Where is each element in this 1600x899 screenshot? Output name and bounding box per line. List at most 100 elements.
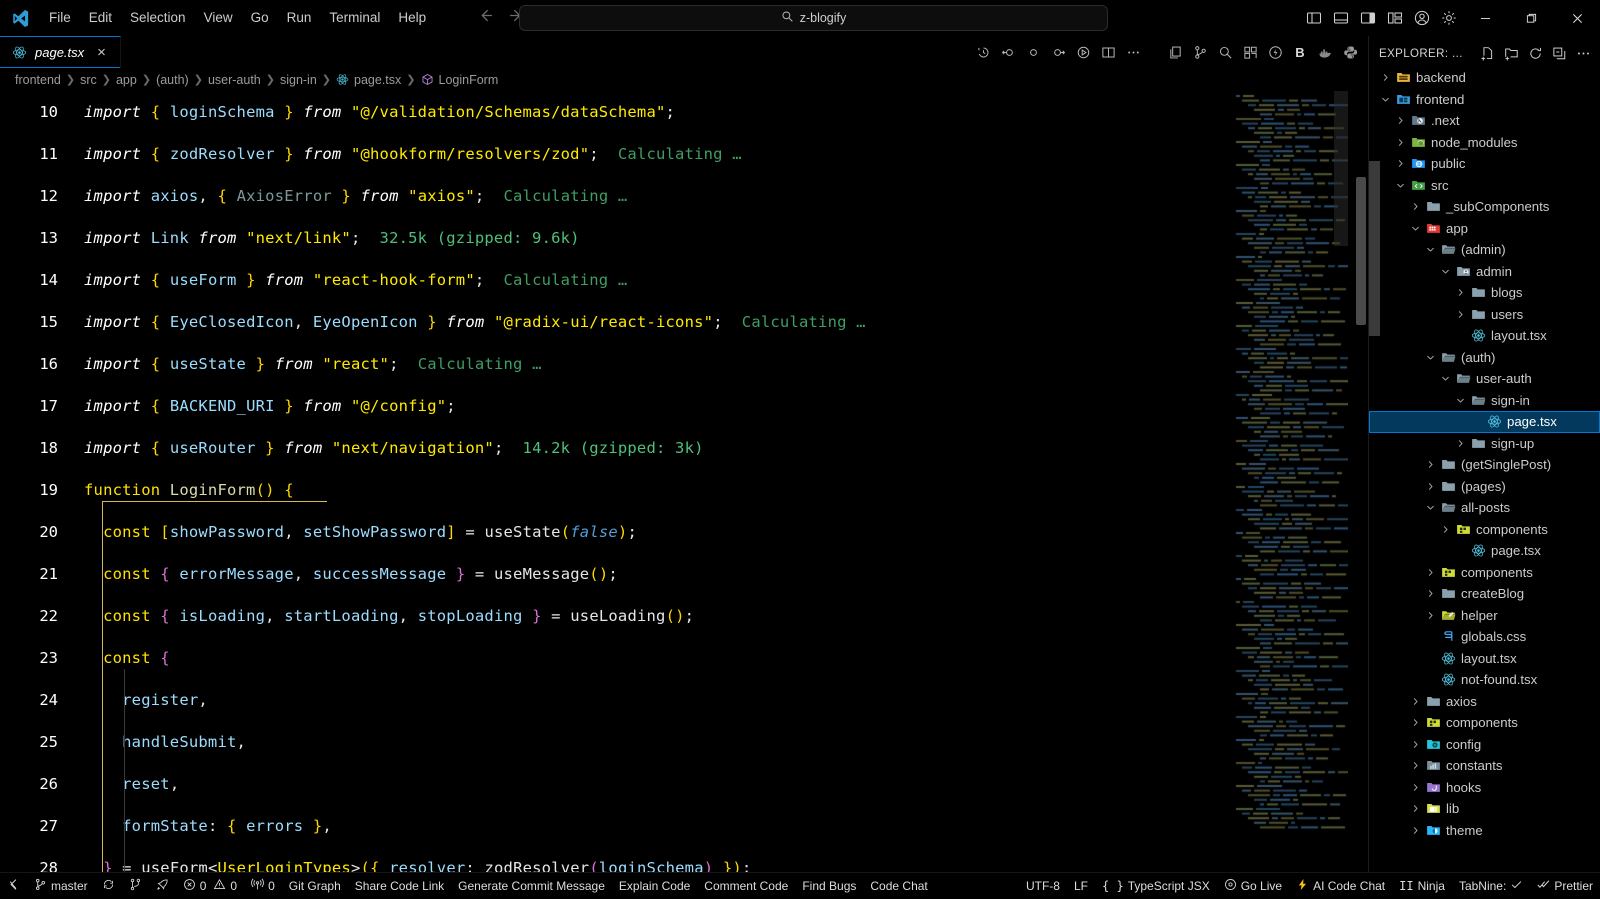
status-remote-window[interactable] [0,873,27,899]
chevron-right-icon[interactable] [1452,438,1468,449]
search-icon[interactable] [1213,36,1237,68]
collapse-all-icon[interactable] [1548,43,1570,65]
maximize-button[interactable] [1508,0,1554,36]
run-debug-icon[interactable] [1071,36,1095,68]
extensions-icon[interactable] [1238,36,1262,68]
breadcrumb-app[interactable]: app [116,73,137,87]
chevron-down-icon[interactable] [1407,223,1423,234]
chevron-right-icon[interactable] [1392,115,1408,126]
code-text[interactable]: import { useState } from "react"; Calcul… [84,355,542,373]
file-tree-folder[interactable]: app [1369,218,1600,240]
status-rocket[interactable] [149,873,176,899]
code-line[interactable]: 22 const { isLoading, startLoading, stop… [0,595,1368,637]
code-text[interactable]: import { BACKEND_URI } from "@/config"; [84,397,456,415]
file-tree-file[interactable]: page.tsx [1369,540,1600,562]
scrollbar-thumb[interactable] [1356,177,1366,325]
status-git-branch-compare[interactable] [122,873,149,899]
code-line[interactable]: 10 import { loginSchema } from "@/validat… [0,91,1368,133]
toggle-primary-sidebar-icon[interactable] [1300,0,1327,36]
status-language-mode[interactable]: { } TypeScript JSX [1095,873,1217,899]
chevron-right-icon[interactable] [1422,567,1438,578]
status-ports[interactable]: 0 [244,873,282,899]
copy-files-icon[interactable] [1163,36,1187,68]
code-text[interactable]: function LoginForm() { [84,481,294,499]
file-tree-folder[interactable]: (getSinglePost) [1369,454,1600,476]
code-text[interactable]: reset, [84,775,179,793]
code-line[interactable]: 14 import { useForm } from "react-hook-fo… [0,259,1368,301]
minimap-slider[interactable] [1334,91,1348,246]
status-encoding[interactable]: UTF-8 [1019,873,1067,899]
file-tree-folder[interactable]: blogs [1369,282,1600,304]
code-text[interactable]: import Link from "next/link"; 32.5k (gzi… [84,229,580,247]
file-tree[interactable]: backend frontend .next node_modules public sr… [1369,71,1600,872]
file-tree-folder[interactable]: (pages) [1369,476,1600,498]
menu-run[interactable]: Run [278,5,321,31]
split-editor-icon[interactable] [1096,36,1120,68]
code-line[interactable]: 20 const [showPassword, setShowPassword]… [0,511,1368,553]
code-line[interactable]: 21 const { errorMessage, successMessage … [0,553,1368,595]
chevron-right-icon[interactable] [1422,610,1438,621]
file-tree-folder[interactable]: admin [1369,261,1600,283]
chevron-right-icon[interactable] [1452,309,1468,320]
tab-close-icon[interactable]: × [94,43,109,62]
arrow-left-icon[interactable] [477,7,494,29]
file-tree-folder[interactable]: frontend [1369,89,1600,111]
menu-edit[interactable]: Edit [80,5,121,31]
code-line[interactable]: 26 reset, [0,763,1368,805]
code-text[interactable]: handleSubmit, [84,733,246,751]
breadcrumb-page-tsx[interactable]: page.tsx [336,73,401,87]
chevron-right-icon[interactable] [1437,524,1453,535]
chevron-down-icon[interactable] [1437,373,1453,384]
breadcrumb-src[interactable]: src [80,73,97,87]
customize-layout-icon[interactable] [1381,0,1408,36]
code-text[interactable]: const [showPassword, setShowPassword] = … [84,523,637,541]
file-tree-folder[interactable]: users [1369,304,1600,326]
file-tree-folder[interactable]: theme [1369,820,1600,842]
chevron-down-icon[interactable] [1422,502,1438,513]
views-and-more-actions-icon[interactable] [1572,43,1594,65]
minimize-button[interactable] [1462,0,1508,36]
command-center[interactable]: z-blogify [519,5,1108,31]
refresh-icon[interactable] [1524,43,1546,65]
code-text[interactable]: import axios, { AxiosError } from "axios… [84,187,627,205]
code-text[interactable]: const { isLoading, startLoading, stopLoa… [84,607,694,625]
code-line[interactable]: 27 formState: { errors }, [0,805,1368,847]
navigation-arrows[interactable] [477,7,525,29]
new-folder-icon[interactable] [1500,43,1522,65]
chevron-right-icon[interactable] [1407,201,1423,212]
file-tree-file[interactable]: layout.tsx [1369,325,1600,347]
menu-go[interactable]: Go [242,5,278,31]
file-tree-folder[interactable]: sign-in [1369,390,1600,412]
code-lines[interactable]: 10 import { loginSchema } from "@/validat… [0,91,1368,872]
code-line[interactable]: 16 import { useState } from "react"; Calc… [0,343,1368,385]
code-text[interactable]: import { useRouter } from "next/navigati… [84,439,704,457]
back-change-icon[interactable] [996,36,1020,68]
code-line[interactable]: 12 import axios, { AxiosError } from "axi… [0,175,1368,217]
file-tree-file[interactable]: not-found.tsx [1369,669,1600,691]
file-tree-folder[interactable]: components [1369,562,1600,584]
chevron-right-icon[interactable] [1407,825,1423,836]
file-tree-folder[interactable]: (auth) [1369,347,1600,369]
status-eol[interactable]: LF [1067,873,1095,899]
code-line[interactable]: 15 import { EyeClosedIcon, EyeOpenIcon } … [0,301,1368,343]
code-line[interactable]: 28 } = useForm<UserLoginTypes>({ resolve… [0,847,1368,872]
code-text[interactable]: import { EyeClosedIcon, EyeOpenIcon } fr… [84,313,866,331]
file-tree-folder[interactable]: config [1369,734,1600,756]
file-tree-folder[interactable]: _subComponents [1369,196,1600,218]
code-line[interactable]: 11 import { zodResolver } from "@hookform… [0,133,1368,175]
file-tree-folder[interactable]: hooks [1369,777,1600,799]
chevron-right-icon[interactable] [1452,287,1468,298]
history-icon[interactable] [971,36,995,68]
chevron-right-icon[interactable] [1407,739,1423,750]
file-tree-file[interactable]: layout.tsx [1369,648,1600,670]
breadcrumb[interactable]: frontend ❯ src ❯ app ❯ (auth) ❯ user-aut… [0,68,1368,91]
status-find-bugs[interactable]: Find Bugs [795,873,863,899]
docker-icon[interactable] [1313,36,1337,68]
code-text[interactable]: formState: { errors }, [84,817,332,835]
code-text[interactable]: const { [84,649,170,667]
code-text[interactable]: import { zodResolver } from "@hookform/r… [84,145,742,163]
chevron-right-icon[interactable] [1407,717,1423,728]
minimap[interactable] [1228,91,1348,872]
file-tree-file[interactable]: page.tsx [1369,411,1600,433]
file-tree-folder[interactable]: node_modules [1369,132,1600,154]
